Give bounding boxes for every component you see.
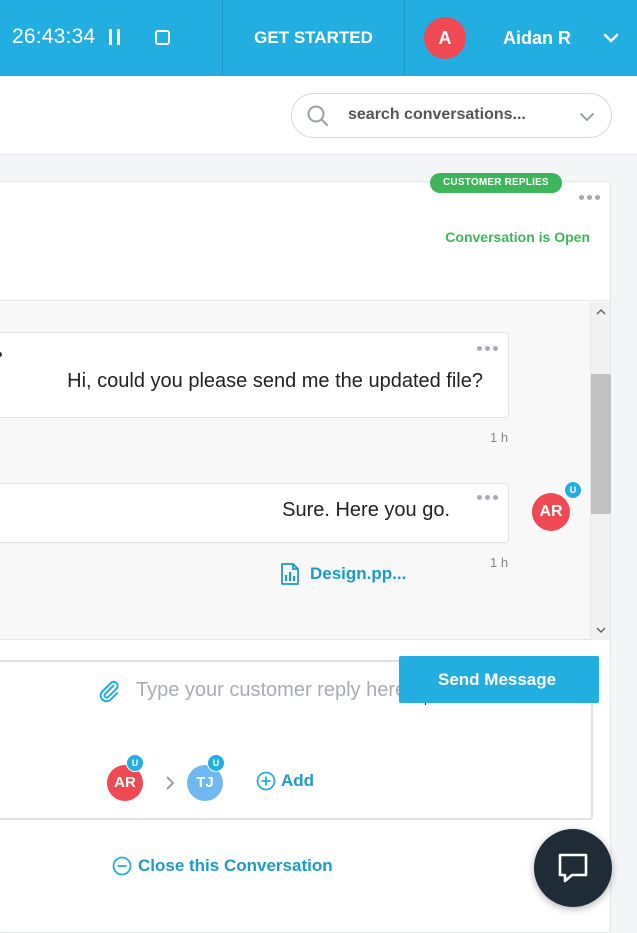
minus-circle-icon: [112, 856, 132, 876]
search-icon: [307, 105, 328, 126]
message-text: Sure. Here you go.: [282, 499, 450, 521]
message-text: Hi, could you please send me the updated…: [67, 370, 483, 392]
search-box[interactable]: [291, 93, 612, 138]
file-chart-icon: [281, 563, 299, 585]
status-badge: CUSTOMER REPLIES: [430, 173, 562, 193]
paperclip-icon[interactable]: [97, 679, 121, 703]
search-input[interactable]: [348, 106, 568, 124]
chevron-down-icon[interactable]: [579, 109, 595, 125]
scrollbar[interactable]: [590, 302, 611, 640]
add-label: Add: [281, 771, 315, 790]
add-participant-button[interactable]: Add: [256, 771, 314, 791]
user-badge: U: [207, 754, 225, 772]
chevron-right-icon: [166, 776, 175, 790]
top-bar: 26:43:34 GET STARTED A Aidan R: [0, 0, 637, 76]
search-row: [0, 76, 637, 155]
message-list: Hi, could you please send me the updated…: [0, 302, 590, 640]
scrollbar-thumb[interactable]: [591, 374, 611, 514]
stop-icon[interactable]: [155, 30, 170, 45]
divider: [404, 0, 405, 76]
pause-icon[interactable]: [109, 29, 121, 45]
chat-bubble-icon: [558, 853, 588, 883]
avatar: AR: [532, 493, 570, 531]
bubble-pointer: [0, 352, 2, 357]
plus-circle-icon: [256, 771, 276, 791]
user-name[interactable]: Aidan R: [503, 28, 571, 49]
message-timestamp: 1 h: [490, 430, 509, 445]
conversation-panel: CUSTOMER REPLIES Conversation is Open Hi…: [0, 173, 611, 933]
close-conversation-button[interactable]: Close this Conversation: [112, 856, 333, 876]
close-conversation-label: Close this Conversation: [138, 856, 333, 875]
chevron-down-icon[interactable]: [595, 624, 607, 636]
chevron-down-icon[interactable]: [603, 30, 619, 46]
chevron-up-icon[interactable]: [595, 306, 607, 318]
conversation-header: CUSTOMER REPLIES Conversation is Open: [0, 173, 610, 301]
message-bubble: Sure. Here you go.: [0, 483, 509, 543]
user-badge: U: [564, 481, 582, 499]
more-options-icon[interactable]: [477, 495, 498, 500]
send-message-button[interactable]: Send Message: [399, 656, 599, 703]
attachment-link[interactable]: Design.pp...: [280, 563, 406, 585]
user-avatar[interactable]: A: [424, 17, 466, 59]
user-badge: U: [126, 754, 144, 772]
attachment-name: Design.pp...: [310, 564, 407, 583]
get-started-button[interactable]: GET STARTED: [223, 0, 404, 76]
message-timestamp: 1 h: [490, 555, 509, 570]
more-options-icon[interactable]: [477, 346, 498, 351]
timer: 26:43:34: [12, 25, 96, 48]
conversation-status: Conversation is Open: [445, 229, 590, 245]
more-options-icon[interactable]: [579, 195, 600, 200]
chat-widget-button[interactable]: [534, 829, 612, 907]
message-bubble: Hi, could you please send me the updated…: [0, 332, 509, 418]
